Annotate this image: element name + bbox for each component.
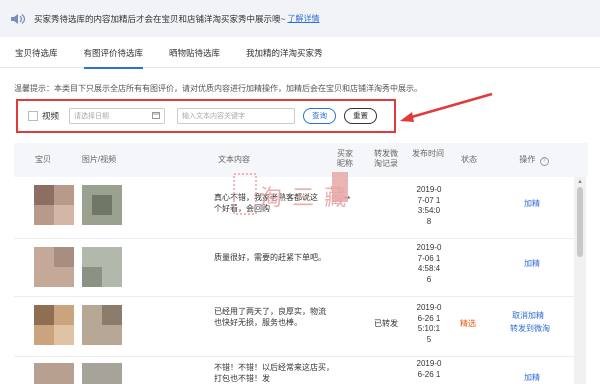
table-row: 质量很好，需要的赶紧下单吧。 2019-0 7-06 1 4:58:4 6 加精 — [14, 239, 574, 297]
forward-to-weitao-link[interactable]: 转发到微淘 — [510, 324, 550, 335]
hint-text: 温馨提示：本类目下只展示全店所有有图评价，请对优质内容进行加精操作，加精后会在宝… — [14, 84, 422, 93]
keyword-placeholder: 输入文本内容关键字 — [182, 113, 246, 120]
review-content: 真心不错，我家老熟客都说这个好看，会回购 — [214, 193, 318, 213]
publish-time-line: 4:58:4 — [417, 264, 441, 273]
column-time: 发布时间 — [412, 149, 444, 158]
notice-bar: 买家秀待选库的内容加精后才会在宝贝和店铺洋淘买家秀中展示噢~ 了解详情 — [0, 0, 600, 37]
scroll-thumb[interactable] — [577, 187, 583, 257]
publish-time-line: 6 — [426, 274, 432, 284]
publish-time: 2019-0 7-06 1 4:58:4 6 — [414, 243, 444, 285]
publish-time-line: 5 — [426, 334, 432, 344]
add-featured-link[interactable]: 加精 — [524, 373, 540, 384]
table-row: 不错！不错！以后经常来这店买，打包也不错！发 2019-0 6-26 1 加精 — [14, 357, 574, 384]
video-checkbox-label: 视频 — [42, 111, 60, 121]
product-thumbnail[interactable] — [34, 185, 74, 225]
column-nickname: 买家昵称 — [337, 149, 353, 168]
review-content: 已经用了两天了，良厚实，物流也快好无损，服务也棒。 — [214, 307, 326, 327]
publish-time-line: 7-06 1 — [417, 253, 441, 263]
column-forward: 转发微淘记录 — [374, 149, 398, 168]
forward-record: 已转发 — [374, 319, 398, 328]
review-content: 不错！不错！以后经常来这店买，打包也不错！发 — [214, 363, 334, 383]
add-featured-link[interactable]: 加精 — [524, 199, 540, 210]
product-thumbnail[interactable] — [34, 363, 74, 384]
date-picker-input[interactable]: 请选择日期 — [69, 108, 166, 124]
column-action-label: 操作 — [519, 155, 536, 164]
tab-bar: 宝贝待选库 有图评价待选库 晒物贴待选库 我加精的洋淘买家秀 — [0, 38, 600, 69]
review-image[interactable] — [82, 185, 122, 225]
publish-time-line: 6-26 1 — [417, 313, 441, 323]
table-scrollbar[interactable]: ▲ — [574, 177, 586, 384]
annotation-arrow — [400, 92, 493, 122]
scroll-up-arrow-icon[interactable]: ▲ — [577, 179, 583, 185]
calendar-icon — [152, 111, 161, 121]
review-image[interactable] — [82, 305, 122, 345]
publish-time-line: 6-26 1 — [417, 369, 441, 379]
reset-button[interactable]: 重置 — [344, 108, 378, 124]
notice-detail-link[interactable]: 了解详情 — [287, 13, 319, 24]
table-row: 已经用了两天了，良厚实，物流也快好无损，服务也棒。 已转发 2019-0 6-2… — [14, 297, 574, 357]
date-placeholder: 请选择日期 — [74, 113, 110, 120]
column-status: 状态 — [461, 155, 477, 164]
table-header: 宝贝 图片/视频 文本内容 买家昵称 转发微淘记录 发布时间 状态 操作 ? — [14, 143, 588, 177]
tab-my-featured-shows[interactable]: 我加精的洋淘买家秀 — [246, 38, 323, 68]
help-icon[interactable]: ? — [539, 157, 549, 166]
table-row: 真心不错，我家老熟客都说这个好看，会回购 ** 2019-0 7-07 1 3:… — [14, 177, 574, 239]
publish-time: 2019-0 6-26 1 — [414, 359, 444, 380]
column-media: 图片/视频 — [81, 155, 117, 164]
publish-time: 2019-0 6-26 1 5:10:1 5 — [414, 303, 444, 345]
publish-time-line: 3:54:0 — [417, 206, 441, 215]
publish-time-line: 2019-0 — [416, 303, 442, 312]
tab-image-review-pool[interactable]: 有图评价待选库 — [83, 38, 143, 69]
query-button[interactable]: 查询 — [303, 108, 337, 124]
publish-time-line: 7-07 1 — [417, 195, 441, 205]
product-thumbnail[interactable] — [34, 305, 74, 345]
add-featured-link[interactable]: 加精 — [524, 259, 540, 270]
product-thumbnail[interactable] — [34, 247, 74, 287]
buyer-nickname: ** — [344, 195, 351, 204]
publish-time-line: 2019-0 — [416, 185, 442, 194]
publish-time-line: 8 — [426, 216, 432, 226]
review-image[interactable] — [82, 363, 122, 384]
notice-text: 买家秀待选库的内容加精后才会在宝贝和店铺洋淘买家秀中展示噢~ — [34, 13, 286, 24]
speaker-icon — [10, 12, 28, 26]
column-action: 操作 ? — [514, 155, 554, 166]
publish-time-line: 5:10:1 — [417, 324, 441, 333]
column-item: 宝贝 — [35, 155, 51, 164]
tab-showcase-post-pool[interactable]: 晒物贴待选库 — [169, 38, 220, 68]
publish-time: 2019-0 7-07 1 3:54:0 8 — [414, 185, 444, 227]
filter-bar: 视频 请选择日期 输入文本内容关键字 查询 重置 — [16, 99, 396, 133]
publish-time-line: 2019-0 — [416, 359, 442, 368]
keyword-search-input[interactable]: 输入文本内容关键字 — [177, 108, 296, 124]
tab-item-pool[interactable]: 宝贝待选库 — [15, 38, 58, 68]
column-content: 文本内容 — [218, 155, 250, 164]
review-content: 质量很好，需要的赶紧下单吧。 — [214, 253, 326, 262]
featured-status-badge: 精选 — [460, 319, 476, 328]
publish-time-line: 2019-0 — [416, 243, 442, 252]
review-image[interactable] — [82, 247, 122, 287]
video-checkbox[interactable] — [28, 111, 38, 121]
cancel-featured-link[interactable]: 取消加精 — [512, 311, 544, 322]
